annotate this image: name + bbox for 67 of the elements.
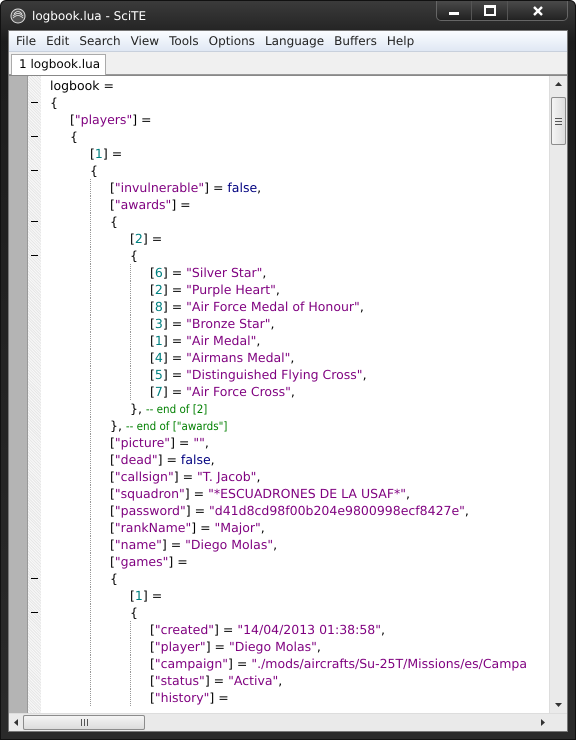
close-button[interactable] [507,1,567,20]
code-line: [3] = "Bronze Star", [150,315,275,332]
horizontal-scrollbar[interactable] [9,713,567,731]
code-line: ["dead"] = false, [110,451,215,468]
code-line: ["picture"] = "", [110,434,209,451]
code-line: [5] = "Distinguished Flying Cross", [150,366,367,383]
scroll-up-icon[interactable] [555,82,562,86]
code-line: ["rankName"] = "Major", [110,519,265,536]
code-line: ["history"] = [150,689,229,706]
scroll-down-icon[interactable] [555,703,562,707]
code-line: ["player"] = "Diego Molas", [150,638,321,655]
app-icon [10,8,26,24]
collapse-icon[interactable] [31,167,38,174]
code-line: { [110,213,118,230]
collapse-icon[interactable] [31,218,38,225]
code-line: }, -- end of [2] [130,400,208,418]
code-line: { [70,128,78,145]
maximize-button[interactable] [471,1,507,20]
code-line: ["created"] = "14/04/2013 01:38:58", [150,621,385,638]
code-line: [6] = "Silver Star", [150,264,266,281]
code-line: [2] = [130,230,162,247]
close-icon[interactable] [532,6,544,16]
window-title: logbook.lua - SciTE [32,8,148,22]
code-line: }, -- end of ["awards"] [110,416,228,434]
menu-item[interactable]: Language [260,34,330,48]
scroll-thumb[interactable] [551,97,566,145]
code-line: ["invulnerable"] = false, [110,179,262,196]
file-tab[interactable]: 1 logbook.lua [11,54,106,75]
code-line: logbook = [50,77,114,94]
code-line: ["name"] = "Diego Molas", [110,536,278,553]
code-line: ["password"] = "d41d8cd98f00b204e9800998ecf8427e", [110,502,469,519]
code-line: [4] = "Airmans Medal", [150,349,294,366]
code-line: ["campaign"] = "./mods/aircrafts/Su-25T/Missions/es/Campa [150,655,527,672]
scroll-thumb[interactable] [23,715,145,730]
code-line: { [130,604,138,621]
menu-item[interactable]: Options [204,34,261,48]
code-line: [8] = "Air Force Medal of Honour", [150,298,364,315]
menu-item[interactable]: Search [75,34,127,48]
code-line: [7] = "Air Force Cross", [150,383,295,400]
code-line: { [110,570,118,587]
code-line: { [130,247,138,264]
menu-item[interactable]: Edit [42,34,76,48]
collapse-icon[interactable] [31,609,38,616]
code-line: ["games"] = [110,553,188,570]
menu-item[interactable]: File [12,34,42,48]
code-line: [1] = [130,587,162,604]
collapse-icon[interactable] [31,99,38,106]
code-line: ["squadron"] = "*ESCUADRONES DE LA USAF*", [110,485,410,502]
menu-item[interactable]: Help [382,34,420,48]
collapse-icon[interactable] [31,133,38,140]
code-line: { [90,162,98,179]
collapse-icon[interactable] [31,575,38,582]
code-line: ["players"] = [70,111,152,128]
scroll-right-icon[interactable] [541,719,545,726]
menu-item[interactable]: Tools [165,34,205,48]
code-line: { [50,94,58,111]
menu-item[interactable]: Buffers [330,34,383,48]
menu-item[interactable]: View [126,34,166,48]
code-line: [2] = "Purple Heart", [150,281,280,298]
minimize-button[interactable] [437,1,471,20]
collapse-icon[interactable] [31,252,38,259]
code-line: [1] = "Air Medal", [150,332,260,349]
scroll-left-icon[interactable] [14,719,18,726]
code-line: [1] = [90,145,122,162]
code-line: ["status"] = "Activa", [150,672,282,689]
code-line: ["callsign"] = "T. Jacob", [110,468,260,485]
code-line: ["awards"] = [110,196,191,213]
